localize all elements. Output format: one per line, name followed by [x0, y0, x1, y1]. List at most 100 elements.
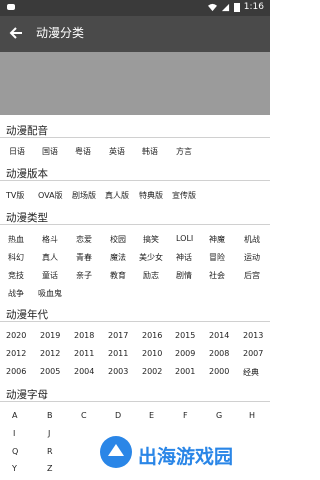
dimmed-overlay[interactable]: [0, 52, 270, 115]
back-arrow-icon[interactable]: [8, 24, 26, 42]
divider: [0, 180, 270, 181]
chip[interactable]: 2015: [175, 331, 195, 340]
chip[interactable]: LOLI: [176, 234, 193, 243]
chip[interactable]: D: [115, 411, 121, 420]
row-genre-4: 战争 吸血鬼: [0, 288, 270, 302]
chip[interactable]: 真人版: [105, 190, 129, 201]
chip[interactable]: TV版: [6, 190, 24, 201]
chip[interactable]: 2005: [40, 367, 60, 376]
status-bar: 1:16: [0, 0, 270, 16]
chip[interactable]: 战争: [8, 288, 24, 299]
section-title-version: 动漫版本: [6, 168, 48, 180]
game-icon: [6, 2, 16, 15]
chip[interactable]: E: [149, 411, 154, 420]
chip[interactable]: 2020: [6, 331, 26, 340]
chip[interactable]: 2000: [209, 367, 229, 376]
chip[interactable]: Z: [47, 464, 52, 473]
chip[interactable]: F: [183, 411, 188, 420]
chip[interactable]: 魔法: [110, 252, 126, 263]
chip[interactable]: 2013: [243, 331, 263, 340]
chip[interactable]: 冒险: [209, 252, 225, 263]
chip[interactable]: OVA版: [38, 190, 63, 201]
chip[interactable]: 校园: [110, 234, 126, 245]
row-genre-1: 热血 格斗 恋爱 校园 搞笑 LOLI 神魔 机战: [0, 234, 270, 248]
chip[interactable]: 真人: [42, 252, 58, 263]
divider: [0, 321, 270, 322]
chip[interactable]: 美少女: [139, 252, 163, 263]
chip[interactable]: 童话: [42, 270, 58, 281]
chip[interactable]: 吸血鬼: [38, 288, 62, 299]
chip[interactable]: 运动: [244, 252, 260, 263]
chip[interactable]: B: [47, 411, 53, 420]
chip[interactable]: 2008: [209, 349, 229, 358]
chip[interactable]: 2006: [6, 367, 26, 376]
chip[interactable]: 竞技: [8, 270, 24, 281]
chip[interactable]: 宣传版: [172, 190, 196, 201]
chip[interactable]: 2009: [175, 349, 195, 358]
chip[interactable]: 热血: [8, 234, 24, 245]
chip[interactable]: 搞笑: [143, 234, 159, 245]
chip[interactable]: J: [48, 429, 50, 438]
chip[interactable]: 2014: [209, 331, 229, 340]
chip[interactable]: Q: [12, 447, 18, 456]
chip[interactable]: 教育: [110, 270, 126, 281]
chip[interactable]: 2007: [243, 349, 263, 358]
chip[interactable]: 2011: [108, 349, 128, 358]
chip[interactable]: I: [13, 429, 15, 438]
chip[interactable]: 2012: [40, 349, 60, 358]
chip[interactable]: 英语: [109, 146, 125, 157]
signal-icon: [221, 3, 229, 11]
chip[interactable]: 2001: [175, 367, 195, 376]
status-time: 1:16: [243, 2, 264, 12]
row-genre-2: 科幻 真人 青春 魔法 美少女 神话 冒险 运动: [0, 252, 270, 266]
row-letter-1: A B C D E F G H: [0, 411, 270, 425]
chip[interactable]: 剧场版: [72, 190, 96, 201]
status-icons: 1:16: [207, 2, 264, 12]
chip[interactable]: 青春: [76, 252, 92, 263]
chip[interactable]: 2010: [142, 349, 162, 358]
category-sheet: 动漫配音 日语 国语 粤语 英语 韩语 方言 动漫版本 TV版 OVA版 剧场版…: [0, 115, 270, 480]
chip[interactable]: 2004: [74, 367, 94, 376]
chip[interactable]: A: [12, 411, 17, 420]
row-genre-3: 竞技 童话 亲子 教育 励志 剧情 社会 后宫: [0, 270, 270, 284]
chip[interactable]: 2018: [74, 331, 94, 340]
chip[interactable]: C: [81, 411, 87, 420]
chip[interactable]: 神魔: [209, 234, 225, 245]
chip[interactable]: 2016: [142, 331, 162, 340]
chip[interactable]: 2012: [6, 349, 26, 358]
chip[interactable]: 2002: [142, 367, 162, 376]
chip[interactable]: H: [249, 411, 255, 420]
chip[interactable]: 2019: [40, 331, 60, 340]
chip[interactable]: 社会: [209, 270, 225, 281]
chip[interactable]: 经典: [243, 367, 259, 378]
chip[interactable]: 方言: [176, 146, 192, 157]
section-title-year: 动漫年代: [6, 309, 48, 321]
chip[interactable]: G: [216, 411, 222, 420]
chip[interactable]: 科幻: [8, 252, 24, 263]
chip[interactable]: R: [47, 447, 53, 456]
chip[interactable]: 后宫: [244, 270, 260, 281]
chip[interactable]: 剧情: [176, 270, 192, 281]
chip[interactable]: 2003: [108, 367, 128, 376]
row-dub: 日语 国语 粤语 英语 韩语 方言: [0, 146, 270, 160]
chip[interactable]: 日语: [9, 146, 25, 157]
chip[interactable]: 韩语: [142, 146, 158, 157]
divider: [0, 137, 270, 138]
chip[interactable]: 恋爱: [76, 234, 92, 245]
row-year-2: 2012 2012 2011 2011 2010 2009 2008 2007: [0, 349, 270, 363]
chip[interactable]: 粤语: [75, 146, 91, 157]
chip[interactable]: 2017: [108, 331, 128, 340]
chip[interactable]: 机战: [244, 234, 260, 245]
divider: [0, 401, 270, 402]
watermark-text: 出海游戏园: [138, 446, 234, 468]
chip[interactable]: Y: [12, 464, 17, 473]
chip[interactable]: 特典版: [139, 190, 163, 201]
chip[interactable]: 亲子: [76, 270, 92, 281]
section-title-letter: 动漫字母: [6, 389, 48, 401]
chip[interactable]: 励志: [143, 270, 159, 281]
chip[interactable]: 神话: [176, 252, 192, 263]
chip[interactable]: 2011: [74, 349, 94, 358]
chip[interactable]: 国语: [42, 146, 58, 157]
section-title-dub: 动漫配音: [6, 125, 48, 137]
chip[interactable]: 格斗: [42, 234, 58, 245]
